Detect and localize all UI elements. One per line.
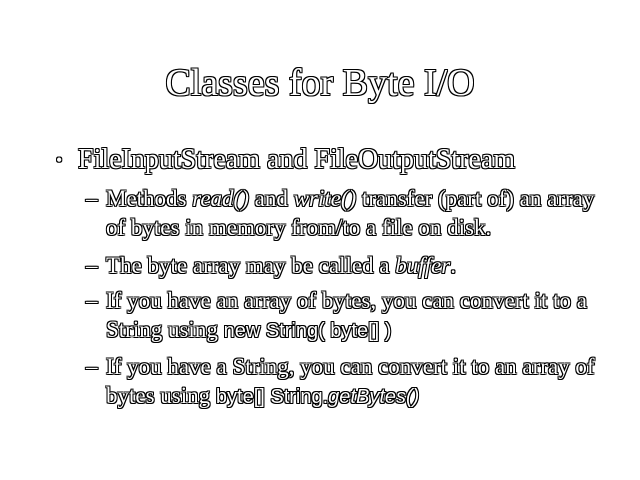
subbullet-bytes-to-string: – If you have an array of bytes, you can… xyxy=(86,288,587,342)
subbullet-string-to-bytes: – If you have a String, you can convert … xyxy=(86,354,595,408)
code-read: read() xyxy=(192,186,249,211)
code-write: write() xyxy=(293,186,357,211)
dash-icon: – xyxy=(86,288,98,313)
subbullet-methods: – Methods read() and write() transfer (p… xyxy=(86,186,595,240)
bullet-dot-icon: • xyxy=(56,150,63,170)
bullet-text: FileInputStream and FileOutputStream xyxy=(78,144,516,175)
subbullet-buffer: – The byte array may be called a buffer. xyxy=(86,253,456,278)
code-byte-array: byte[] String. xyxy=(215,386,329,408)
dash-icon: – xyxy=(86,253,98,278)
slide-content: • FileInputStream and FileOutputStream –… xyxy=(0,0,640,480)
dash-icon: – xyxy=(86,186,98,211)
dash-icon: – xyxy=(86,354,98,379)
code-new-string: new String( byte[] ) xyxy=(223,320,392,342)
code-getbytes: getBytes() xyxy=(328,386,420,408)
term-buffer: buffer xyxy=(395,253,451,278)
